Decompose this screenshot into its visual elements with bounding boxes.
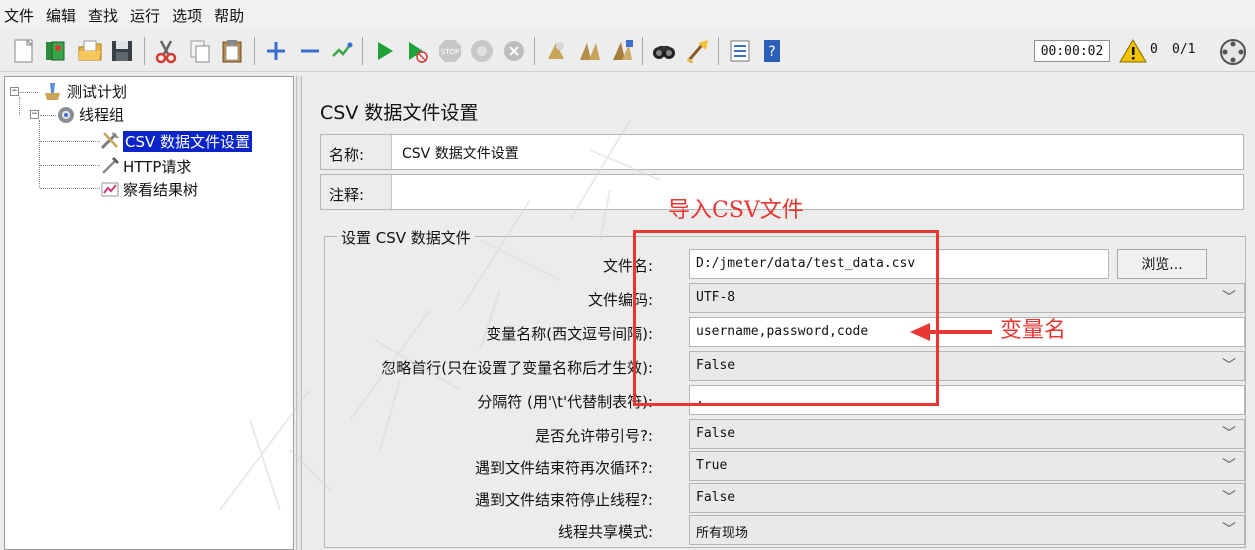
results-tree-icon — [99, 178, 121, 200]
quoted-data-label: 是否允许带引号?: — [534, 427, 653, 445]
chevron-down-icon: ﹀ — [1222, 290, 1236, 306]
active-threads: 0/1 — [1172, 42, 1196, 57]
chevron-down-icon: ﹀ — [1222, 426, 1236, 442]
name-row: 名称: CSV 数据文件设置 — [320, 134, 1244, 170]
comment-input[interactable] — [391, 175, 1243, 209]
clear-gui-icon[interactable] — [608, 37, 636, 65]
svg-text:?: ? — [768, 44, 775, 60]
menu-bar: 文件 编辑 查找 运行 选项 帮助 — [0, 0, 1255, 30]
warning-icon[interactable] — [1118, 38, 1148, 64]
help-icon[interactable]: ? — [758, 37, 786, 65]
chevron-down-icon: ﹀ — [1222, 458, 1236, 474]
menu-options[interactable]: 选项 — [172, 5, 202, 26]
delimiter-label: 分隔符 (用'\t'代替制表符): — [477, 393, 653, 411]
stop-thread-eof-select[interactable]: False ﹀ — [689, 483, 1245, 513]
chevron-down-icon: ﹀ — [1222, 522, 1236, 538]
shutdown-remote-icon[interactable] — [500, 37, 528, 65]
stop-thread-eof-value: False — [696, 490, 736, 505]
toggle-icon[interactable] — [328, 37, 356, 65]
tree-item-thread-group[interactable]: 线程组 — [79, 104, 124, 125]
quoted-data-select[interactable]: False ﹀ — [689, 419, 1245, 449]
name-label: 名称: — [329, 146, 365, 164]
start-no-pause-icon[interactable] — [402, 37, 430, 65]
recycle-eof-label: 遇到文件结束符再次循环?: — [474, 459, 653, 477]
quoted-data-value: False — [696, 426, 736, 441]
name-input[interactable]: CSV 数据文件设置 — [391, 135, 1243, 169]
test-plan-tree: − 测试计划 − 线程组 CSV 数据文件设置 HTTP请求 察看结果树 — [4, 76, 294, 550]
annotation-variable-name: 变量名 — [1000, 318, 1067, 343]
search-icon[interactable] — [650, 37, 678, 65]
start-icon[interactable] — [370, 37, 398, 65]
tree-item-test-plan[interactable]: 测试计划 — [67, 81, 127, 102]
collapse-thread-group-toggle[interactable]: − — [30, 110, 39, 119]
menu-help[interactable]: 帮助 — [214, 5, 244, 26]
annotation-import-csv: 导入CSV文件 — [668, 198, 804, 223]
remote-status-icon[interactable] — [1218, 37, 1248, 67]
cut-icon[interactable] — [152, 37, 180, 65]
templates-icon[interactable] — [42, 37, 70, 65]
menu-run[interactable]: 运行 — [130, 5, 160, 26]
test-plan-icon — [41, 80, 63, 102]
expand-icon[interactable] — [262, 37, 290, 65]
new-icon[interactable] — [10, 37, 38, 65]
stop-thread-eof-label: 遇到文件结束符停止线程?: — [474, 491, 653, 509]
clear-icon[interactable] — [542, 37, 570, 65]
warning-count: 0 — [1150, 42, 1158, 57]
tree-item-http-request[interactable]: HTTP请求 — [123, 156, 191, 177]
chevron-down-icon: ﹀ — [1222, 358, 1236, 374]
ignore-first-line-label: 忽略首行(只在设置了变量名称后才生效): — [381, 359, 653, 377]
recycle-eof-select[interactable]: True ﹀ — [689, 451, 1245, 481]
sharing-mode-select[interactable]: 所有现场 ﹀ — [689, 515, 1245, 545]
pane-splitter[interactable] — [296, 76, 302, 550]
annotation-arrow-icon — [910, 323, 992, 341]
comment-label: 注释: — [329, 186, 365, 204]
thread-group-icon — [55, 104, 77, 126]
toolbar: STOP ? 00:00:02 0 0/1 — [0, 30, 1255, 72]
group-title: 设置 CSV 数据文件 — [337, 227, 475, 248]
menu-search[interactable]: 查找 — [88, 5, 118, 26]
collapse-test-plan-toggle[interactable]: − — [10, 87, 19, 96]
menu-edit[interactable]: 编辑 — [46, 5, 76, 26]
sharing-mode-value: 所有现场 — [696, 526, 749, 541]
function-helper-icon[interactable] — [726, 37, 754, 65]
menu-file[interactable]: 文件 — [4, 5, 34, 26]
page-title: CSV 数据文件设置 — [320, 102, 479, 124]
svg-text:STOP: STOP — [441, 48, 459, 56]
clear-all-icon[interactable] — [576, 37, 604, 65]
annotation-highlight-box — [633, 230, 939, 406]
reset-search-icon[interactable] — [684, 37, 712, 65]
chevron-down-icon: ﹀ — [1222, 490, 1236, 506]
var-names-label: 变量名称(西文逗号间隔): — [486, 325, 653, 343]
browse-button[interactable]: 浏览... — [1117, 249, 1207, 279]
csv-config-icon — [99, 129, 121, 151]
tree-item-results-tree[interactable]: 察看结果树 — [123, 179, 198, 200]
elapsed-timer: 00:00:02 — [1034, 40, 1110, 62]
collapse-icon[interactable] — [296, 37, 324, 65]
shutdown-icon[interactable] — [468, 37, 496, 65]
stop-icon[interactable]: STOP — [436, 37, 464, 65]
open-icon[interactable] — [76, 37, 104, 65]
tree-item-csv-config[interactable]: CSV 数据文件设置 — [123, 131, 253, 152]
recycle-eof-value: True — [696, 458, 728, 473]
copy-icon[interactable] — [186, 37, 214, 65]
save-icon[interactable] — [108, 37, 136, 65]
http-request-icon — [99, 154, 121, 176]
paste-icon[interactable] — [218, 37, 246, 65]
sharing-mode-label: 线程共享模式: — [557, 523, 653, 541]
